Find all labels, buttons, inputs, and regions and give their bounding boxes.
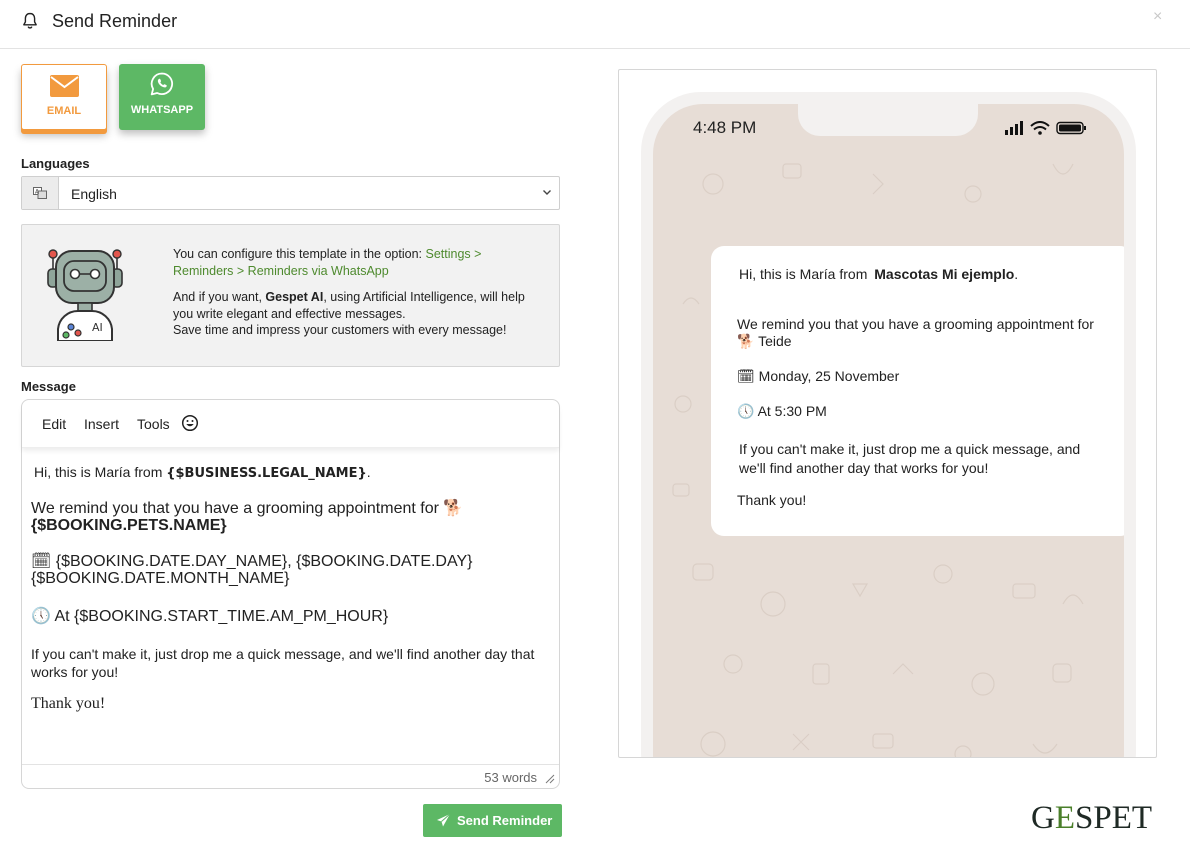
preview-greeting: Hi, this is María from Mascotas Mi ejemp…: [739, 266, 1018, 282]
preview-date: 🗓 Monday, 25 November: [737, 368, 899, 385]
menu-insert[interactable]: Insert: [84, 416, 119, 432]
envelope-icon: [50, 75, 79, 97]
preview-cant-make-2: we'll find another day that works for yo…: [739, 460, 989, 476]
clock-emoji-icon: 🕔: [31, 608, 51, 625]
svg-text:AI: AI: [92, 321, 103, 334]
translate-icon: A: [33, 187, 47, 199]
editor-line-remind: We remind you that you have a grooming a…: [31, 500, 551, 534]
language-value: English: [71, 186, 117, 202]
editor-line-greeting: Hi, this is María from {$BUSINESS.LEGAL_…: [34, 464, 371, 481]
preview-dog-emoji-icon: 🐕: [737, 333, 755, 349]
calendar-emoji-icon: 🗓: [31, 553, 52, 570]
phone-clock: 4:48 PM: [693, 118, 757, 137]
modal-header: Send Reminder ×: [0, 0, 1190, 49]
menu-tools[interactable]: Tools: [137, 416, 170, 432]
greeting-prefix: Hi, this is María from: [34, 464, 167, 480]
editor-line-date: 🗓 {$BOOKING.DATE.DAY_NAME}, {$BOOKING.DA…: [31, 553, 531, 587]
editor-menubar: Edit Insert Tools: [22, 400, 559, 448]
date-variables: {$BOOKING.DATE.DAY_NAME}, {$BOOKING.DATE…: [31, 553, 473, 587]
message-editor[interactable]: Edit Insert Tools Hi, this is María from…: [21, 399, 560, 789]
start-time-variable: At {$BOOKING.START_TIME.AM_PM_HOUR}: [54, 608, 389, 625]
phone-screen: 4:48 PM Hi, this is María from Mascotas …: [653, 104, 1124, 757]
close-icon[interactable]: ×: [1153, 8, 1162, 26]
gespet-ai-brand: Gespet AI: [265, 290, 324, 304]
preview-remind-text: We remind you that you have a grooming a…: [737, 316, 1094, 332]
resize-handle-icon[interactable]: [545, 774, 555, 784]
ai-info-config-text: You can configure this template in the o…: [173, 247, 426, 261]
logo-text-e: E: [1054, 800, 1076, 836]
preview-time: 🕔 At 5:30 PM: [737, 403, 827, 420]
whatsapp-preview-panel: 4:48 PM Hi, this is María from Mascotas …: [618, 69, 1157, 758]
pets-name-variable: {$BOOKING.PETS.NAME}: [31, 517, 227, 534]
preview-business-name: Mascotas Mi ejemplo: [874, 266, 1015, 282]
whatsapp-channel-label: WHATSAPP: [130, 104, 194, 116]
ai-info-paragraph-gespet: And if you want, Gespet AI, using Artifi…: [173, 289, 533, 339]
ai-info-text: You can configure this template in the o…: [173, 246, 533, 339]
editor-statusbar: 53 words: [22, 764, 559, 789]
chevron-down-icon: [543, 190, 551, 195]
ai-info-text-tagline: Save time and impress your customers wit…: [173, 323, 507, 337]
modal-title: Send Reminder: [52, 11, 178, 31]
email-channel-label: EMAIL: [46, 105, 82, 117]
phone-mockup: 4:48 PM Hi, this is María from Mascotas …: [641, 92, 1136, 757]
preview-clock-emoji-icon: 🕔: [737, 403, 755, 419]
logo-text-spet: SPET: [1075, 800, 1153, 836]
whatsapp-icon: [150, 72, 174, 96]
greeting-suffix: .: [366, 464, 371, 480]
language-select[interactable]: A English: [21, 176, 560, 210]
preview-pet-name: Teide: [758, 333, 792, 349]
preview-thanks: Thank you!: [737, 492, 807, 508]
preview-greeting-prefix: Hi, this is María from: [739, 266, 872, 282]
whatsapp-message-bubble: Hi, this is María from Mascotas Mi ejemp…: [711, 246, 1124, 536]
send-reminder-button[interactable]: Send Reminder: [423, 804, 562, 837]
smiley-icon[interactable]: [181, 414, 199, 432]
message-label: Message: [21, 379, 76, 394]
paper-plane-icon: [437, 813, 451, 827]
preview-remind: We remind you that you have a grooming a…: [737, 316, 1117, 350]
email-channel-button[interactable]: EMAIL: [21, 64, 107, 130]
ai-info-text-prefix: And if you want,: [173, 290, 266, 304]
phone-notch: [798, 104, 978, 136]
ai-robot-icon: AI: [47, 249, 123, 341]
remind-text: We remind you that you have a grooming a…: [31, 500, 439, 517]
send-reminder-label: Send Reminder: [457, 813, 553, 828]
whatsapp-channel-button[interactable]: WHATSAPP: [119, 64, 205, 130]
preview-cant-make-1: If you can't make it, just drop me a qui…: [739, 441, 1081, 457]
language-addon: A: [22, 177, 59, 209]
preview-time-text: At 5:30 PM: [757, 403, 827, 419]
preview-date-text: Monday, 25 November: [758, 368, 900, 384]
preview-cant-make: If you can't make it, just drop me a qui…: [739, 440, 1119, 478]
editor-line-cant-make: If you can't make it, just drop me a qui…: [31, 646, 535, 680]
languages-label: Languages: [21, 156, 90, 171]
bell-icon: [23, 12, 37, 29]
preview-greeting-suffix: .: [1014, 266, 1019, 282]
business-name-variable: {$BUSINESS.LEGAL_NAME}: [166, 466, 367, 481]
editor-line-thanks: Thank you!: [31, 695, 106, 712]
dog-emoji-icon: 🐕: [443, 500, 464, 517]
ai-info-panel: AI You can configure this template in th…: [21, 224, 560, 367]
word-count: 53 words: [484, 770, 537, 785]
preview-calendar-emoji-icon: 🗓: [737, 368, 755, 384]
logo-text-g: G: [1031, 800, 1055, 836]
signal-wifi-battery-icon: [1005, 121, 1086, 135]
editor-line-time: 🕔 At {$BOOKING.START_TIME.AM_PM_HOUR}: [31, 606, 388, 626]
menu-edit[interactable]: Edit: [42, 416, 66, 432]
ai-info-paragraph-config: You can configure this template in the o…: [173, 246, 533, 279]
gespet-logo: GESPET: [1031, 800, 1152, 837]
